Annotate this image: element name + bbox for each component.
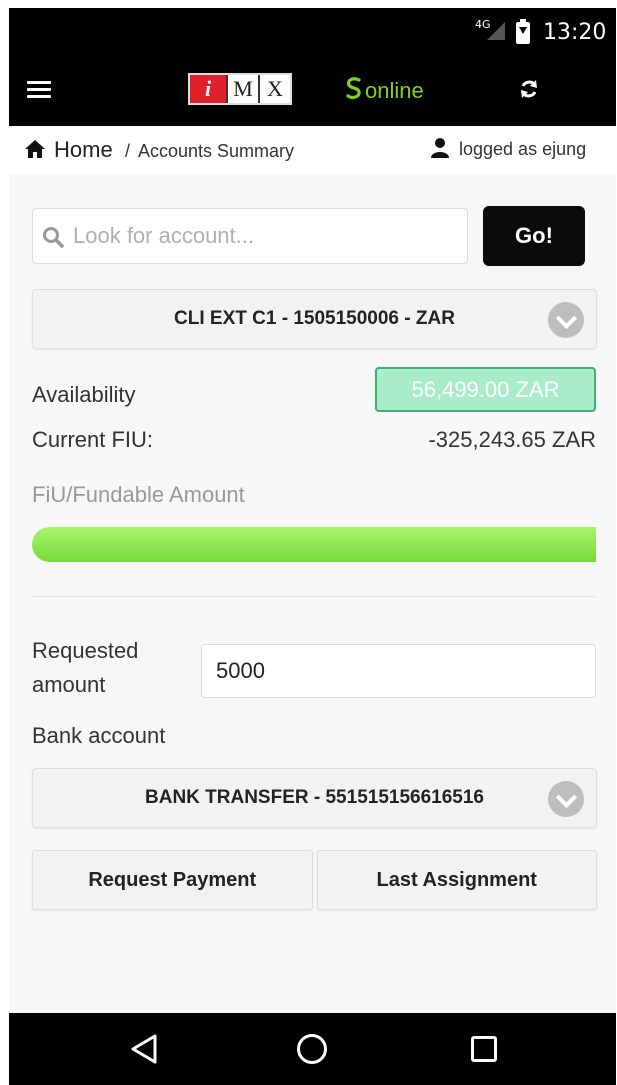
search-icon: [43, 227, 64, 248]
breadcrumb-current: Accounts Summary: [138, 141, 295, 161]
home-nav-icon[interactable]: [297, 1034, 327, 1064]
fundable-progress-fill: [32, 527, 596, 562]
request-payment-button[interactable]: Request Payment: [32, 850, 313, 910]
availability-badge: 56,499.00 ZAR: [375, 367, 596, 412]
current-fiu-value: -325,243.65 ZAR: [428, 427, 596, 452]
bank-account-select-value: BANK TRANSFER - 551515156616516: [145, 787, 484, 808]
availability-label: Availability: [32, 382, 136, 407]
link-icon: [344, 76, 364, 106]
logo-letter-x: X: [258, 75, 290, 103]
search-field: [32, 208, 468, 264]
bank-account-label: Bank account: [32, 723, 166, 748]
breadcrumb: Home / Accounts Summary logged as ejung: [9, 126, 616, 174]
logged-user: logged as ejung: [459, 139, 587, 159]
refresh-icon[interactable]: [514, 77, 544, 107]
logo-letter-m: M: [226, 75, 258, 103]
online-label: online: [365, 78, 424, 103]
chevron-down-icon: [548, 781, 584, 817]
requested-amount-label-line2: amount: [32, 672, 106, 697]
search-input[interactable]: [73, 211, 463, 261]
fundable-progress-bar: [32, 527, 596, 562]
back-icon[interactable]: [129, 1033, 159, 1065]
chevron-down-icon: [548, 302, 584, 338]
current-fiu-label: Current FIU:: [32, 427, 154, 452]
home-icon[interactable]: [25, 139, 45, 159]
phone-screen: 4G 13:20 i M X online Home / Accounts Su…: [9, 8, 616, 1085]
account-select-value: CLI EXT C1 - 1505150006 - ZAR: [174, 308, 455, 329]
system-nav-bar: [9, 1013, 616, 1085]
status-bar: 4G 13:20: [9, 8, 616, 56]
account-select[interactable]: CLI EXT C1 - 1505150006 - ZAR: [32, 289, 597, 349]
app-bar: i M X online: [9, 56, 616, 126]
battery-charging-icon: [516, 19, 530, 44]
signal-icon: [487, 22, 505, 40]
logo-letter-i: i: [190, 75, 226, 103]
action-buttons: Request Payment Last Assignment: [32, 850, 597, 910]
online-status: online: [344, 76, 424, 106]
breadcrumb-separator: /: [125, 141, 131, 161]
go-button[interactable]: Go!: [483, 206, 585, 266]
fundable-label: FiU/Fundable Amount: [32, 482, 245, 507]
requested-amount-label-line1: Requested: [32, 638, 139, 663]
last-assignment-button[interactable]: Last Assignment: [316, 850, 597, 910]
user-icon: [431, 138, 449, 158]
recent-apps-icon[interactable]: [471, 1036, 497, 1062]
requested-amount-input[interactable]: [201, 644, 596, 698]
hamburger-icon[interactable]: [27, 81, 51, 101]
breadcrumb-home-link[interactable]: Home: [54, 137, 113, 163]
imx-logo: i M X: [188, 73, 292, 105]
divider: [32, 596, 596, 597]
requested-amount-label: Requested amount: [32, 634, 138, 702]
bank-account-select[interactable]: BANK TRANSFER - 551515156616516: [32, 768, 597, 828]
status-time: 13:20: [543, 20, 607, 45]
